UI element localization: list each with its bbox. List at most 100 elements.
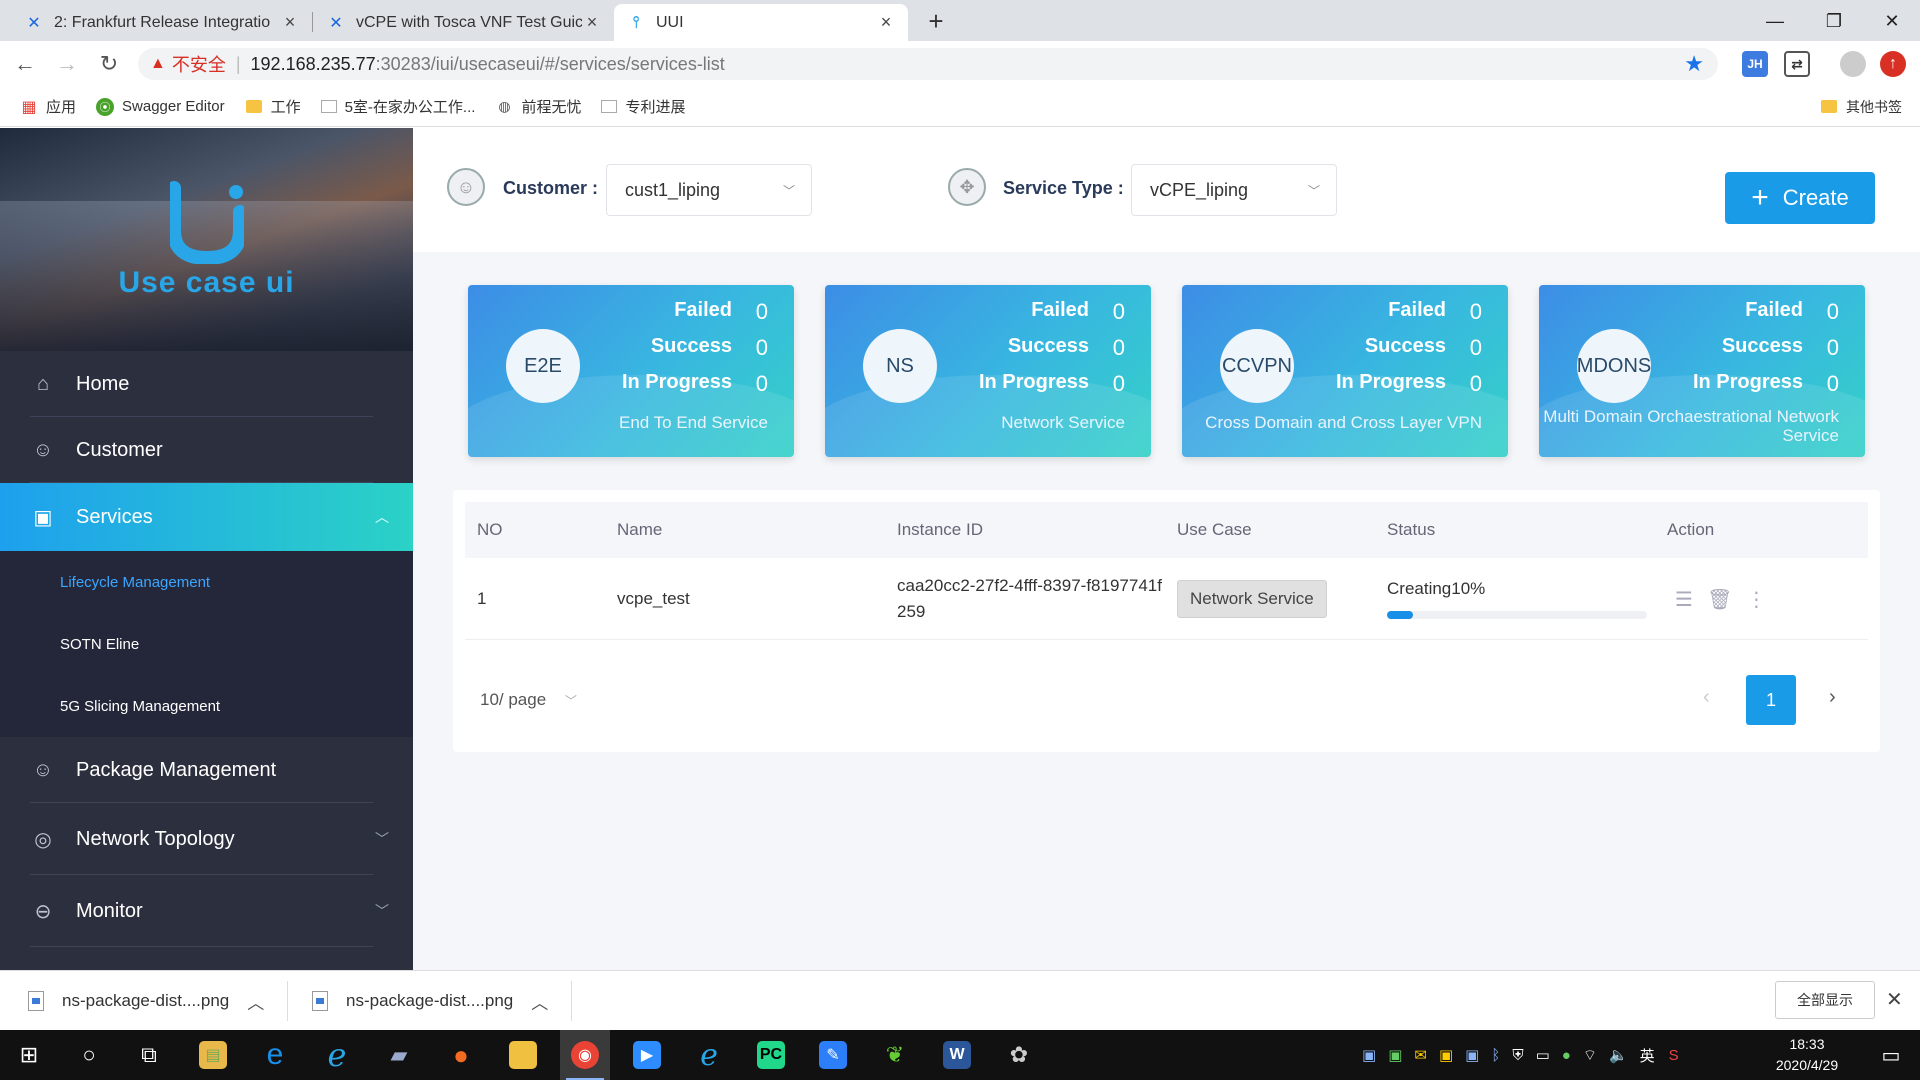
mail-icon[interactable]: ✉ (1414, 1046, 1427, 1064)
sidebar-item-home[interactable]: ⌂ Home (0, 351, 413, 417)
tab-frankfurt[interactable]: ✕ 2: Frankfurt Release Integratio × (12, 4, 312, 41)
sidebar-subitem-5g-slicing[interactable]: 5G Slicing Management (0, 675, 413, 737)
close-window-button[interactable]: ✕ (1872, 6, 1912, 36)
sidebar-item-services[interactable]: ▣ Services ︿ (0, 483, 413, 551)
in-progress-count: 0 (1469, 371, 1482, 396)
other-bookmarks[interactable]: 其他书签 (1820, 97, 1902, 117)
sidebar-item-customer[interactable]: ☺ Customer (0, 417, 413, 483)
volume-icon[interactable]: 🔈 (1609, 1046, 1628, 1064)
tray-app-icon[interactable]: ▣ (1465, 1046, 1479, 1064)
chrome-icon[interactable]: ◉ (560, 1030, 610, 1080)
list-icon[interactable]: ☰ (1675, 587, 1693, 612)
services-icon: ▣ (33, 506, 53, 529)
create-button[interactable]: + Create (1725, 172, 1875, 224)
customer-select[interactable]: cust1_liping ﹀ (606, 164, 812, 216)
page-size-select[interactable]: 10/ page ﹀ (480, 690, 577, 710)
stat-card-e2e[interactable]: E2E Failed 0 Success 0 In Progress 0 End To… (468, 285, 794, 457)
wechat-work-icon[interactable]: ❦ (870, 1030, 920, 1080)
explorer-folder-icon[interactable]: ▤ (188, 1030, 238, 1080)
bookmark-star-icon[interactable]: ★ (1684, 51, 1704, 77)
app-icon[interactable]: ▰ (374, 1030, 424, 1080)
wechat-icon[interactable]: ● (1562, 1047, 1571, 1064)
reload-button[interactable]: ↻ (92, 47, 126, 81)
notification-icon[interactable]: ▭ (1866, 1030, 1916, 1080)
stat-card-ccvpn[interactable]: CCVPN Failed 0 Success 0 In Progress 0 Cros… (1182, 285, 1508, 457)
bookmark-swagger[interactable]: ⦿ Swagger Editor (96, 97, 225, 116)
sidebar-item-topology[interactable]: ◎ Network Topology ﹀ (0, 803, 413, 875)
security-icon[interactable]: ⛨ (1512, 1047, 1523, 1064)
tray-app-icon[interactable]: ▣ (1388, 1046, 1402, 1064)
close-icon[interactable]: × (876, 12, 896, 33)
stat-card-mdons[interactable]: MDONS Failed 0 Success 0 In Progress 0 Mult… (1539, 285, 1865, 457)
bookmark-room[interactable]: 5室-在家办公工作... (320, 96, 475, 117)
stat-card-ns[interactable]: NS Failed 0 Success 0 In Progress 0 Network… (825, 285, 1151, 457)
download-item[interactable]: ns-package-dist....png ︿ (28, 971, 264, 1031)
show-all-button[interactable]: 全部显示 (1775, 981, 1875, 1019)
bookmark-patent[interactable]: 专利进展 (601, 96, 685, 117)
download-item[interactable]: ns-package-dist....png ︿ (312, 971, 548, 1031)
tray-app-icon[interactable]: ▣ (1439, 1046, 1453, 1064)
new-tab-button[interactable]: + (920, 6, 952, 38)
prev-page-icon[interactable]: ‹ (1703, 686, 1710, 709)
page-icon (601, 100, 618, 113)
bookmark-51job[interactable]: ◍ 前程无忧 (495, 96, 581, 117)
search-icon[interactable]: ○ (64, 1030, 114, 1080)
close-icon[interactable]: ✕ (1886, 987, 1903, 1012)
sogou-icon[interactable]: S (1669, 1047, 1679, 1064)
restore-button[interactable]: ❐ (1814, 6, 1854, 36)
next-page-icon[interactable]: › (1829, 686, 1836, 709)
more-icon[interactable]: ⋮ (1746, 587, 1766, 612)
ie-icon[interactable]: ℯ (312, 1030, 362, 1080)
word-icon[interactable]: W (932, 1030, 982, 1080)
chevron-up-icon[interactable]: ︿ (247, 989, 264, 1014)
ime-indicator[interactable]: 英 (1640, 1045, 1655, 1066)
bookmark-apps[interactable]: ▦ 应用 (20, 96, 76, 117)
close-icon[interactable]: × (582, 12, 602, 33)
address-bar[interactable]: ▲ 不安全 | 192.168.235.77 :30283/iui/usecas… (138, 48, 1718, 80)
globe-icon: ◍ (498, 98, 511, 114)
url-path: :30283/iui/usecaseui/#/services/services… (375, 53, 725, 74)
update-icon[interactable]: ↑ (1880, 51, 1906, 77)
bluetooth-icon[interactable]: ᛒ (1491, 1047, 1500, 1064)
table-row[interactable]: 1 vcpe_test caa20cc2-27f2-4fff-8397-f819… (465, 558, 1868, 640)
back-button[interactable]: ← (8, 47, 42, 81)
edge-icon[interactable]: e (250, 1030, 300, 1080)
minimize-button[interactable]: — (1755, 6, 1795, 36)
url-host: 192.168.235.77 (250, 53, 376, 74)
jh-extension-icon[interactable]: JH (1742, 51, 1768, 77)
notes-icon[interactable]: ✎ (808, 1030, 858, 1080)
wifi-icon[interactable]: ⌔ (1583, 1046, 1597, 1065)
tab-vcpe-guide[interactable]: ✕ vCPE with Tosca VNF Test Guic × (314, 4, 614, 41)
zoom-icon[interactable]: ▶ (622, 1030, 672, 1080)
profile-avatar-icon[interactable] (1840, 51, 1866, 77)
close-icon[interactable]: × (280, 12, 300, 33)
page-number-current[interactable]: 1 (1746, 675, 1796, 725)
clock[interactable]: 18:33 2020/4/29 (1762, 1034, 1852, 1076)
failed-row: Failed 0 (1745, 299, 1839, 325)
customer-label: Customer : (503, 178, 599, 198)
battery-icon[interactable]: ▭ (1536, 1046, 1550, 1064)
chevron-up-icon[interactable]: ︿ (531, 989, 548, 1014)
paint-icon[interactable]: ✿ (994, 1030, 1044, 1080)
ie-icon[interactable]: ℯ (684, 1030, 734, 1080)
bookmark-work[interactable]: 工作 (245, 96, 301, 117)
firefox-icon[interactable]: ● (436, 1030, 486, 1080)
pycharm-icon[interactable]: PC (746, 1030, 796, 1080)
tab-uui[interactable]: ⫯ UUI × (614, 4, 908, 41)
sidebar-subitem-lifecycle[interactable]: Lifecycle Management (0, 551, 413, 613)
extension-icon[interactable]: ⇄ (1784, 51, 1810, 77)
trash-icon[interactable]: 🗑 (1707, 587, 1732, 612)
service-type-select[interactable]: vCPE_liping ﹀ (1131, 164, 1337, 216)
sidebar-item-monitor[interactable]: ⊖ Monitor ﹀ (0, 875, 413, 947)
failed-count: 0 (1826, 299, 1839, 324)
in-progress-count: 0 (1826, 371, 1839, 396)
windows-start-icon[interactable]: ⊞ (4, 1030, 54, 1080)
sidebar-subitem-sotn[interactable]: SOTN Eline (0, 613, 413, 675)
sidebar-item-package[interactable]: ☺ Package Management (0, 737, 413, 803)
customer-avatar-icon: ☺ (447, 168, 485, 206)
monitor-icon: ⊖ (34, 900, 52, 923)
file-manager-icon[interactable] (498, 1030, 548, 1080)
task-view-icon[interactable]: ⧉ (124, 1030, 174, 1080)
tray-app-icon[interactable]: ▣ (1362, 1046, 1376, 1064)
forward-button[interactable]: → (50, 47, 84, 81)
